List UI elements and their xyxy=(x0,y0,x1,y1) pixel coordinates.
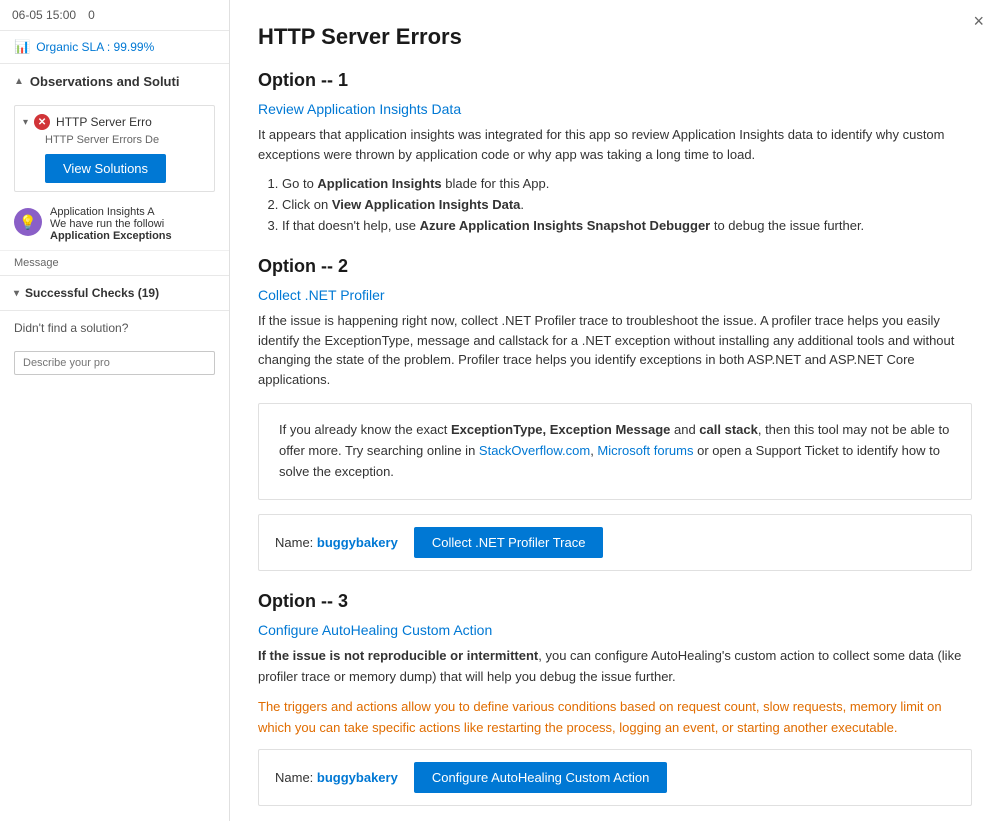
option3-name-value: buggybakery xyxy=(317,770,398,785)
panel-title: HTTP Server Errors xyxy=(258,24,972,50)
left-panel: 06-05 15:00 0 📊 Organic SLA : 99.99% ▲ O… xyxy=(0,0,230,821)
option3-name-label: Name: buggybakery xyxy=(275,770,398,785)
step-3: If that doesn't help, use Azure Applicat… xyxy=(282,216,972,237)
date-label-2: 0 xyxy=(88,8,95,22)
option3-heading: Option -- 3 xyxy=(258,591,972,612)
option3-desc1: If the issue is not reproducible or inte… xyxy=(258,646,972,688)
message-label: Message xyxy=(0,250,229,275)
describe-input[interactable] xyxy=(14,351,215,375)
microsoft-forums-link[interactable]: Microsoft forums xyxy=(597,443,693,458)
option1-subheading: Review Application Insights Data xyxy=(258,101,972,117)
option2-action-row: Name: buggybakery Collect .NET Profiler … xyxy=(258,514,972,571)
top-bar: 06-05 15:00 0 xyxy=(0,0,229,31)
insights-desc1: We have run the followi xyxy=(50,218,172,230)
organic-sla[interactable]: 📊 Organic SLA : 99.99% xyxy=(0,31,229,63)
step-2: Click on View Application Insights Data. xyxy=(282,195,972,216)
option3-subheading: Configure AutoHealing Custom Action xyxy=(258,622,972,638)
insights-title: Application Insights A xyxy=(50,206,172,218)
insights-desc2: Application Exceptions xyxy=(50,230,172,242)
error-circle-icon: ✕ xyxy=(34,114,50,130)
option3-bold: If the issue is not reproducible or inte… xyxy=(258,648,538,663)
observations-label: Observations and Soluti xyxy=(30,74,180,89)
option1-desc: It appears that application insights was… xyxy=(258,125,972,164)
option2-name-label: Name: buggybakery xyxy=(275,535,398,550)
option2-callout: If you already know the exact ExceptionT… xyxy=(258,403,972,499)
option3-desc2-text: The triggers and actions allow you to de… xyxy=(258,699,942,735)
right-panel: × HTTP Server Errors Option -- 1 Review … xyxy=(230,0,1000,821)
insights-text: Application Insights A We have run the f… xyxy=(50,206,172,242)
option2-name-value: buggybakery xyxy=(317,535,398,550)
option3-action-row: Name: buggybakery Configure AutoHealing … xyxy=(258,749,972,806)
collect-profiler-button[interactable]: Collect .NET Profiler Trace xyxy=(414,527,604,558)
bulb-icon: 💡 xyxy=(14,208,42,236)
chevron-up-icon: ▲ xyxy=(14,76,24,87)
successful-checks-label: Successful Checks (19) xyxy=(25,286,159,300)
callout-text: If you already know the exact ExceptionT… xyxy=(279,422,949,479)
step-1: Go to Application Insights blade for thi… xyxy=(282,174,972,195)
insights-item: 💡 Application Insights A We have run the… xyxy=(14,206,215,242)
successful-checks-header[interactable]: ▾ Successful Checks (19) xyxy=(0,275,229,310)
option1-heading: Option -- 1 xyxy=(258,70,972,91)
stackoverflow-link[interactable]: StackOverflow.com xyxy=(479,443,590,458)
obs-item-header: ▾ ✕ HTTP Server Erro xyxy=(23,114,206,130)
configure-autohealing-button[interactable]: Configure AutoHealing Custom Action xyxy=(414,762,668,793)
observations-section-header[interactable]: ▲ Observations and Soluti xyxy=(0,63,229,99)
chevron-down-icon-2: ▾ xyxy=(14,288,19,299)
option2-heading: Option -- 2 xyxy=(258,256,972,277)
didnt-find-label: Didn't find a solution? xyxy=(0,310,229,345)
obs-item-title: HTTP Server Erro xyxy=(56,115,152,129)
option3-desc2: The triggers and actions allow you to de… xyxy=(258,697,972,739)
date-label-1: 06-05 15:00 xyxy=(12,8,76,22)
option1-steps: Go to Application Insights blade for thi… xyxy=(282,174,972,236)
close-button[interactable]: × xyxy=(973,12,984,30)
view-solutions-button[interactable]: View Solutions xyxy=(45,154,166,183)
organic-sla-label: Organic SLA : 99.99% xyxy=(36,40,154,54)
chart-icon: 📊 xyxy=(14,39,30,55)
option2-desc: If the issue is happening right now, col… xyxy=(258,311,972,389)
option2-subheading: Collect .NET Profiler xyxy=(258,287,972,303)
obs-item-desc: HTTP Server Errors De xyxy=(45,134,206,146)
chevron-down-icon: ▾ xyxy=(23,117,28,128)
obs-http-server-errors: ▾ ✕ HTTP Server Erro HTTP Server Errors … xyxy=(14,105,215,192)
